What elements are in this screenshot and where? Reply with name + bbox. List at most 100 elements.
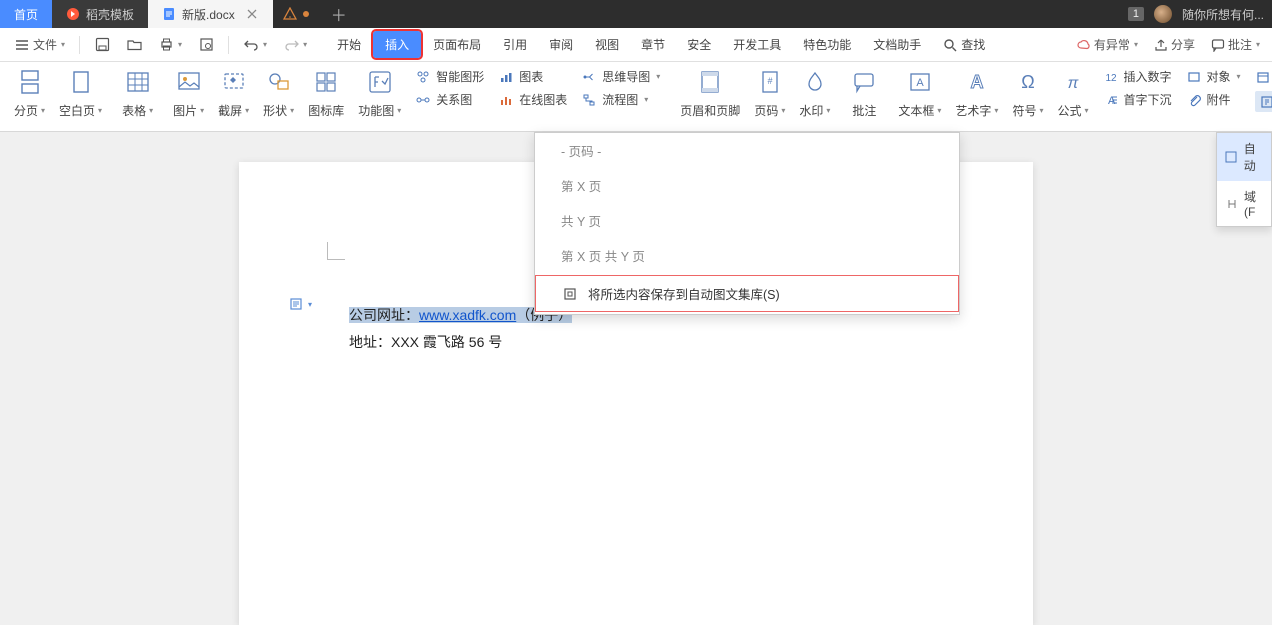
screenshot-button[interactable]: 截屏▾	[212, 68, 255, 130]
dd-total-y[interactable]: 共 Y 页	[535, 203, 959, 238]
comment-icon	[1211, 38, 1225, 52]
object-button[interactable]: 对象▾	[1186, 68, 1241, 85]
redo-icon	[283, 37, 299, 53]
iconlib-button[interactable]: 图标库	[302, 68, 350, 130]
headerfooter-button[interactable]: 页眉和页脚	[674, 68, 746, 130]
paging-button[interactable]: 分页▾	[8, 68, 51, 130]
comment-icon	[850, 68, 878, 96]
notification-badge[interactable]: 1	[1128, 7, 1144, 21]
close-icon[interactable]	[245, 7, 259, 21]
company-url-link[interactable]: www.xadfk.com	[419, 307, 516, 323]
tab-special[interactable]: 特色功能	[793, 31, 861, 58]
print-preview-button[interactable]	[192, 33, 220, 57]
save-autotext-icon	[562, 286, 578, 302]
chevron-down-icon: ▾	[303, 40, 307, 49]
tab-security[interactable]: 安全	[677, 31, 721, 58]
chevron-down-icon: ▾	[178, 40, 182, 49]
online-chart-icon	[498, 92, 514, 108]
share-label: 分享	[1171, 36, 1195, 53]
sync-status-button[interactable]: 有异常 ▾	[1073, 32, 1142, 57]
menu-button[interactable]: 文件 ▾	[8, 32, 71, 57]
tab-insert[interactable]: 插入	[373, 31, 421, 58]
pagenumber-button[interactable]: # 页码▾	[748, 68, 791, 130]
picture-button[interactable]: 图片▾	[167, 68, 210, 130]
folder-icon	[126, 37, 142, 53]
docparts-button[interactable]: 文档部	[1255, 91, 1272, 112]
new-tab-button[interactable]: ＋	[319, 2, 359, 26]
formula-button[interactable]: π 公式▾	[1051, 68, 1094, 130]
share-button[interactable]: 分享	[1150, 32, 1199, 57]
tab-search[interactable]: 查找	[933, 31, 995, 58]
print-button[interactable]: ▾	[152, 33, 188, 57]
tab-review[interactable]: 审阅	[539, 31, 583, 58]
svg-text:12: 12	[1105, 73, 1117, 84]
smartart-icon	[415, 69, 431, 85]
open-button[interactable]	[120, 33, 148, 57]
insert-ribbon: 分页▾ 空白页▾ 表格▾ 图片▾ 截屏▾ 形状▾ 图标库 功能图▾ 智能图形 关…	[0, 62, 1272, 132]
paragraph-icon	[289, 297, 303, 311]
tab-devtools[interactable]: 开发工具	[723, 31, 791, 58]
formula-icon: π	[1059, 68, 1087, 96]
hamburger-icon	[14, 37, 30, 53]
dd-page-x[interactable]: 第 X 页	[535, 168, 959, 203]
docparts-icon	[1259, 94, 1272, 110]
svg-text:A: A	[970, 72, 983, 92]
paragraph-handle[interactable]: ▾	[289, 297, 312, 311]
tab-dochelper[interactable]: 文档助手	[863, 31, 931, 58]
svg-text:π: π	[1068, 75, 1079, 92]
chart-group-2: 图表 在线图表	[492, 68, 573, 108]
sp-field[interactable]: 域(F	[1217, 181, 1271, 226]
sync-status-label: 有异常	[1094, 36, 1130, 53]
tab-view[interactable]: 视图	[585, 31, 629, 58]
date-button[interactable]: 日期	[1255, 68, 1272, 85]
flowchart-button[interactable]: 流程图▾	[581, 91, 660, 108]
window-tab-bar: 首页 稻壳模板 新版.docx ＋ 1 随你所想有何...	[0, 0, 1272, 28]
header-footer-icon	[696, 68, 724, 96]
chevron-down-icon: ▾	[1256, 40, 1260, 49]
tab-pagelayout[interactable]: 页面布局	[423, 31, 491, 58]
redo-button[interactable]: ▾	[277, 33, 313, 57]
onlinechart-button[interactable]: 在线图表	[498, 91, 567, 108]
dd-save-autotext[interactable]: 将所选内容保存到自动图文集库(S)	[535, 275, 959, 312]
mindmap-button[interactable]: 思维导图▾	[581, 68, 660, 85]
tab-reference[interactable]: 引用	[493, 31, 537, 58]
dot-icon	[303, 11, 309, 17]
file-menu-label: 文件	[33, 36, 57, 53]
tab-status-indicator	[273, 7, 319, 21]
tab-start[interactable]: 开始	[327, 31, 371, 58]
calendar-icon	[1255, 69, 1271, 85]
number-icon: 12	[1103, 69, 1119, 85]
tab-template[interactable]: 稻壳模板	[52, 0, 148, 28]
watermark-button[interactable]: 水印▾	[793, 68, 836, 130]
pagenumber-icon: #	[756, 68, 784, 96]
text-line-2: 地址：XXX 霞飞路 56 号	[349, 329, 923, 356]
funcimg-button[interactable]: 功能图▾	[352, 68, 407, 130]
dd-page-x-of-y[interactable]: 第 X 页 共 Y 页	[535, 238, 959, 273]
tab-chapter[interactable]: 章节	[631, 31, 675, 58]
insertnumber-button[interactable]: 12插入数字	[1103, 68, 1172, 85]
attachment-button[interactable]: 附件	[1186, 91, 1241, 108]
chart-button[interactable]: 图表	[498, 68, 567, 85]
func-icon	[366, 68, 394, 96]
page-break-icon	[16, 68, 44, 96]
avatar[interactable]	[1154, 5, 1172, 23]
undo-button[interactable]: ▾	[237, 33, 273, 57]
shape-button[interactable]: 形状▾	[257, 68, 300, 130]
textbox-button[interactable]: A 文本框▾	[892, 68, 947, 130]
tab-document[interactable]: 新版.docx	[148, 0, 273, 28]
blankpage-button[interactable]: 空白页▾	[53, 68, 108, 130]
blank-page-icon	[67, 68, 95, 96]
tab-home[interactable]: 首页	[0, 0, 52, 28]
table-button[interactable]: 表格▾	[116, 68, 159, 130]
symbol-button[interactable]: Ω 符号▾	[1006, 68, 1049, 130]
save-button[interactable]	[88, 33, 116, 57]
relationchart-button[interactable]: 关系图	[415, 91, 484, 108]
dropcap-button[interactable]: A首字下沉	[1103, 91, 1172, 108]
wordart-button[interactable]: A 艺术字▾	[949, 68, 1004, 130]
comment-button[interactable]: 批注	[844, 68, 884, 130]
doc-icon	[162, 7, 176, 21]
svg-text:#: #	[767, 76, 772, 86]
sp-auto[interactable]: 自动	[1217, 133, 1271, 181]
batch-button[interactable]: 批注 ▾	[1207, 32, 1264, 57]
smartshape-button[interactable]: 智能图形	[415, 68, 484, 85]
